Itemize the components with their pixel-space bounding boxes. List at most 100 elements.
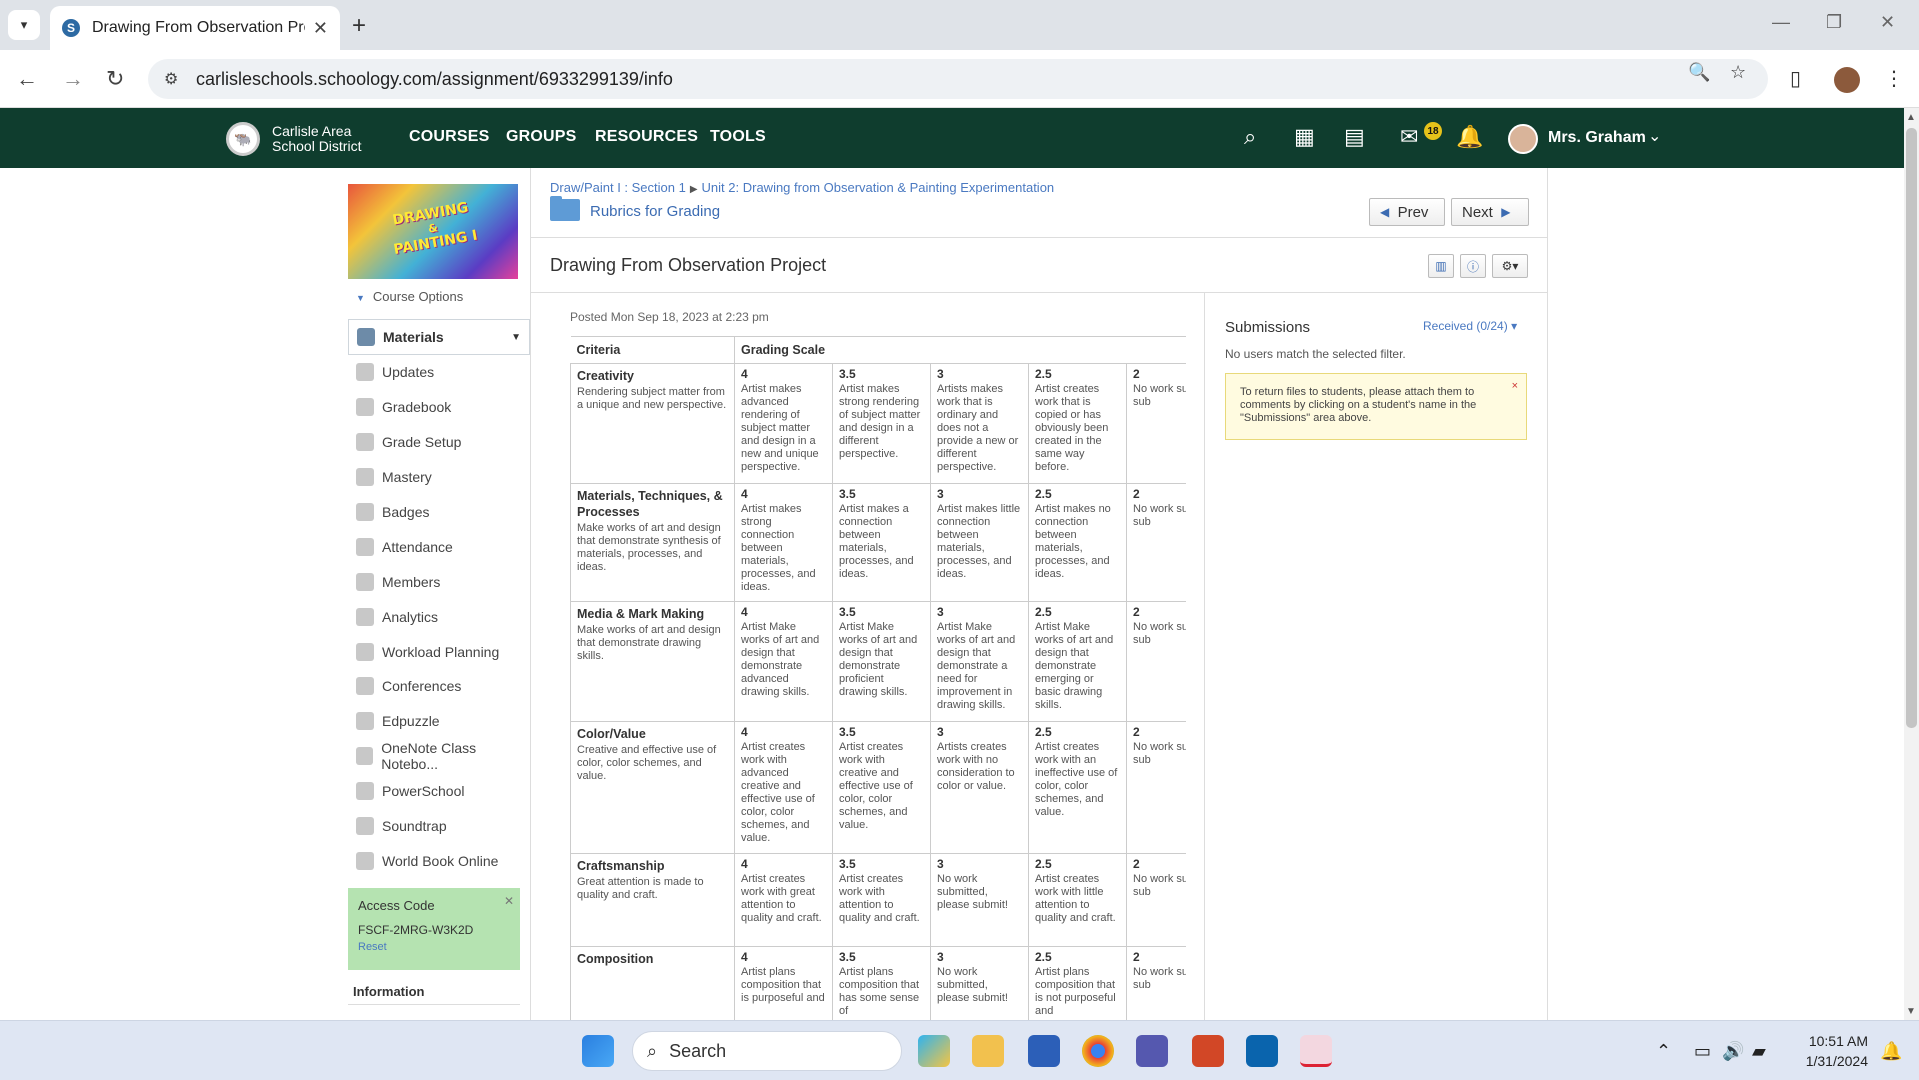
bar-chart-icon[interactable]: ▥ <box>1428 254 1454 278</box>
apps-grid-icon[interactable]: ▦ <box>1294 124 1315 150</box>
snipping-tool-icon[interactable] <box>1300 1035 1332 1067</box>
restore-icon[interactable]: ❐ <box>1826 12 1842 33</box>
nav-groups[interactable]: GROUPS <box>506 128 577 146</box>
sidebar-item-edpuzzle[interactable]: Edpuzzle <box>348 704 530 738</box>
taskbar-clock[interactable]: 10:51 AM 1/31/2024 <box>1796 1031 1868 1071</box>
sidebar-item-world-book[interactable]: World Book Online <box>348 844 530 878</box>
conferences-icon <box>356 677 374 695</box>
notifications-bell-icon[interactable]: 🔔 <box>1456 124 1483 150</box>
close-icon[interactable]: ✕ <box>504 894 514 908</box>
triangle-down-icon: ▼ <box>356 293 365 303</box>
sidebar-item-soundtrap[interactable]: Soundtrap <box>348 809 530 843</box>
new-tab-button[interactable]: + <box>352 12 366 40</box>
outlook-icon[interactable] <box>1246 1035 1278 1067</box>
forward-icon[interactable]: → <box>62 66 84 92</box>
arrow-right-icon: ▶ <box>1501 205 1511 219</box>
file-explorer-icon[interactable] <box>972 1035 1004 1067</box>
windows-start-icon[interactable] <box>582 1035 614 1067</box>
info-icon[interactable]: ⓘ <box>1460 254 1486 278</box>
scroll-up-arrow-icon[interactable]: ▲ <box>1906 112 1916 123</box>
tab-search-dropdown[interactable]: ▾ <box>8 10 40 40</box>
user-name[interactable]: Mrs. Graham <box>1548 129 1646 147</box>
gradebook-icon <box>356 398 374 416</box>
sidebar-item-conferences[interactable]: Conferences <box>348 669 530 703</box>
url-text: carlisleschools.schoology.com/assignment… <box>196 68 673 89</box>
browser-menu-icon[interactable]: ⋮ <box>1884 66 1904 91</box>
microsoft-store-icon[interactable] <box>1028 1035 1060 1067</box>
reload-icon[interactable]: ↻ <box>106 66 124 92</box>
calendar-icon[interactable]: ▤ <box>1344 124 1365 150</box>
chevron-up-icon[interactable]: ⌃ <box>1656 1041 1671 1062</box>
gear-menu-icon[interactable]: ⚙▾ <box>1492 254 1528 278</box>
breadcrumb-unit[interactable]: Unit 2: Drawing from Observation & Paint… <box>702 180 1055 195</box>
search-icon[interactable]: ⌕ <box>1244 124 1256 150</box>
divider <box>348 1004 520 1005</box>
table-row: Materials, Techniques, & Processes Make w… <box>570 483 1186 602</box>
close-icon[interactable]: × <box>1512 380 1518 393</box>
scroll-down-arrow-icon[interactable]: ▼ <box>1906 1006 1916 1017</box>
level-cell: 3 No work submitted, please submit! <box>930 946 1029 1020</box>
nav-tools[interactable]: TOOLS <box>710 128 766 146</box>
sidebar-item-onenote[interactable]: OneNote Class Notebo... <box>348 739 530 773</box>
district-logo-icon[interactable]: 🐃 <box>226 122 260 156</box>
access-code-value: FSCF-2MRG-W3K2D <box>358 923 474 937</box>
sidebar-item-materials[interactable]: Materials ▼ <box>348 319 530 355</box>
chrome-icon[interactable] <box>1082 1035 1114 1067</box>
access-code-reset-link[interactable]: Reset <box>358 941 510 953</box>
attendance-icon <box>356 538 374 556</box>
browser-profile-avatar[interactable] <box>1834 67 1860 93</box>
sidebar-item-updates[interactable]: Updates <box>348 355 530 389</box>
sidebar-item-analytics[interactable]: Analytics <box>348 600 530 634</box>
notification-bell-icon[interactable]: 🔔 <box>1880 1041 1902 1062</box>
bookmark-star-icon[interactable]: ☆ <box>1730 62 1746 83</box>
access-code-box: Access Code FSCF-2MRG-W3K2D Reset ✕ <box>348 888 520 970</box>
sidebar-item-badges[interactable]: Badges <box>348 495 530 529</box>
caret-down-icon[interactable]: ▼ <box>511 332 521 343</box>
battery-icon[interactable]: ▰ <box>1752 1041 1766 1062</box>
next-button[interactable]: Next ▶ <box>1451 198 1529 226</box>
minimize-icon[interactable]: — <box>1772 12 1790 33</box>
side-panel-icon[interactable]: ▯ <box>1790 66 1801 91</box>
sidebar-item-attendance[interactable]: Attendance <box>348 530 530 564</box>
teams-icon[interactable] <box>1136 1035 1168 1067</box>
materials-icon <box>357 328 375 346</box>
nav-courses[interactable]: COURSES <box>409 128 490 146</box>
grade-setup-icon <box>356 433 374 451</box>
schoology-header: 🐃 Carlisle Area School District COURSES … <box>0 108 1904 168</box>
taskbar-search-box[interactable]: ⌕ Search <box>632 1031 902 1071</box>
display-icon[interactable]: ▭ <box>1694 1041 1711 1062</box>
nav-resources[interactable]: RESOURCES <box>595 128 698 146</box>
breadcrumb-course[interactable]: Draw/Paint I : Section 1 <box>550 180 686 195</box>
mail-icon[interactable]: ✉ <box>1400 124 1418 150</box>
sidebar-item-grade-setup[interactable]: Grade Setup <box>348 425 530 459</box>
course-options-toggle[interactable]: ▼ Course Options <box>356 289 463 304</box>
zoom-icon[interactable]: 🔍 <box>1688 62 1710 83</box>
site-settings-icon[interactable]: ⚙ <box>164 69 178 89</box>
powerpoint-icon[interactable] <box>1192 1035 1224 1067</box>
sidebar-item-members[interactable]: Members <box>348 565 530 599</box>
submissions-filter-dropdown[interactable]: Received (0/24) ▾ <box>1423 319 1517 333</box>
level-cell: 2No work submitted, please sub <box>1126 483 1186 602</box>
browser-tab-active[interactable]: S Drawing From Observation Proj ✕ <box>50 6 340 50</box>
volume-icon[interactable]: 🔊 <box>1722 1041 1744 1062</box>
back-icon[interactable]: ← <box>16 66 38 92</box>
window-close-icon[interactable]: ✕ <box>1880 12 1895 33</box>
level-cell: 4 Artist makes advanced rendering of subj… <box>734 363 833 484</box>
district-name[interactable]: Carlisle Area School District <box>272 124 361 154</box>
user-avatar[interactable] <box>1508 124 1538 154</box>
sidebar-item-gradebook[interactable]: Gradebook <box>348 390 530 424</box>
sidebar-item-mastery[interactable]: Mastery <box>348 460 530 494</box>
table-row: Composition 4 Artist plans composition th… <box>570 946 1186 1020</box>
url-bar[interactable]: ⚙ carlisleschools.schoology.com/assignme… <box>148 59 1768 99</box>
prev-button[interactable]: ◀ Prev <box>1369 198 1445 226</box>
soundtrap-icon <box>356 817 374 835</box>
chevron-down-icon[interactable]: ⌄ <box>1648 126 1661 146</box>
rubric-header-scale: Grading Scale <box>734 336 1186 364</box>
tab-close-icon[interactable]: ✕ <box>313 18 328 39</box>
folder-link[interactable]: Rubrics for Grading <box>590 203 720 220</box>
sidebar-item-powerschool[interactable]: PowerSchool <box>348 774 530 808</box>
copilot-icon[interactable] <box>918 1035 950 1067</box>
scrollbar-thumb[interactable] <box>1906 128 1917 728</box>
sidebar-item-workload-planning[interactable]: Workload Planning <box>348 635 530 669</box>
level-cell: 3 No work submitted, please submit! <box>930 853 1029 947</box>
